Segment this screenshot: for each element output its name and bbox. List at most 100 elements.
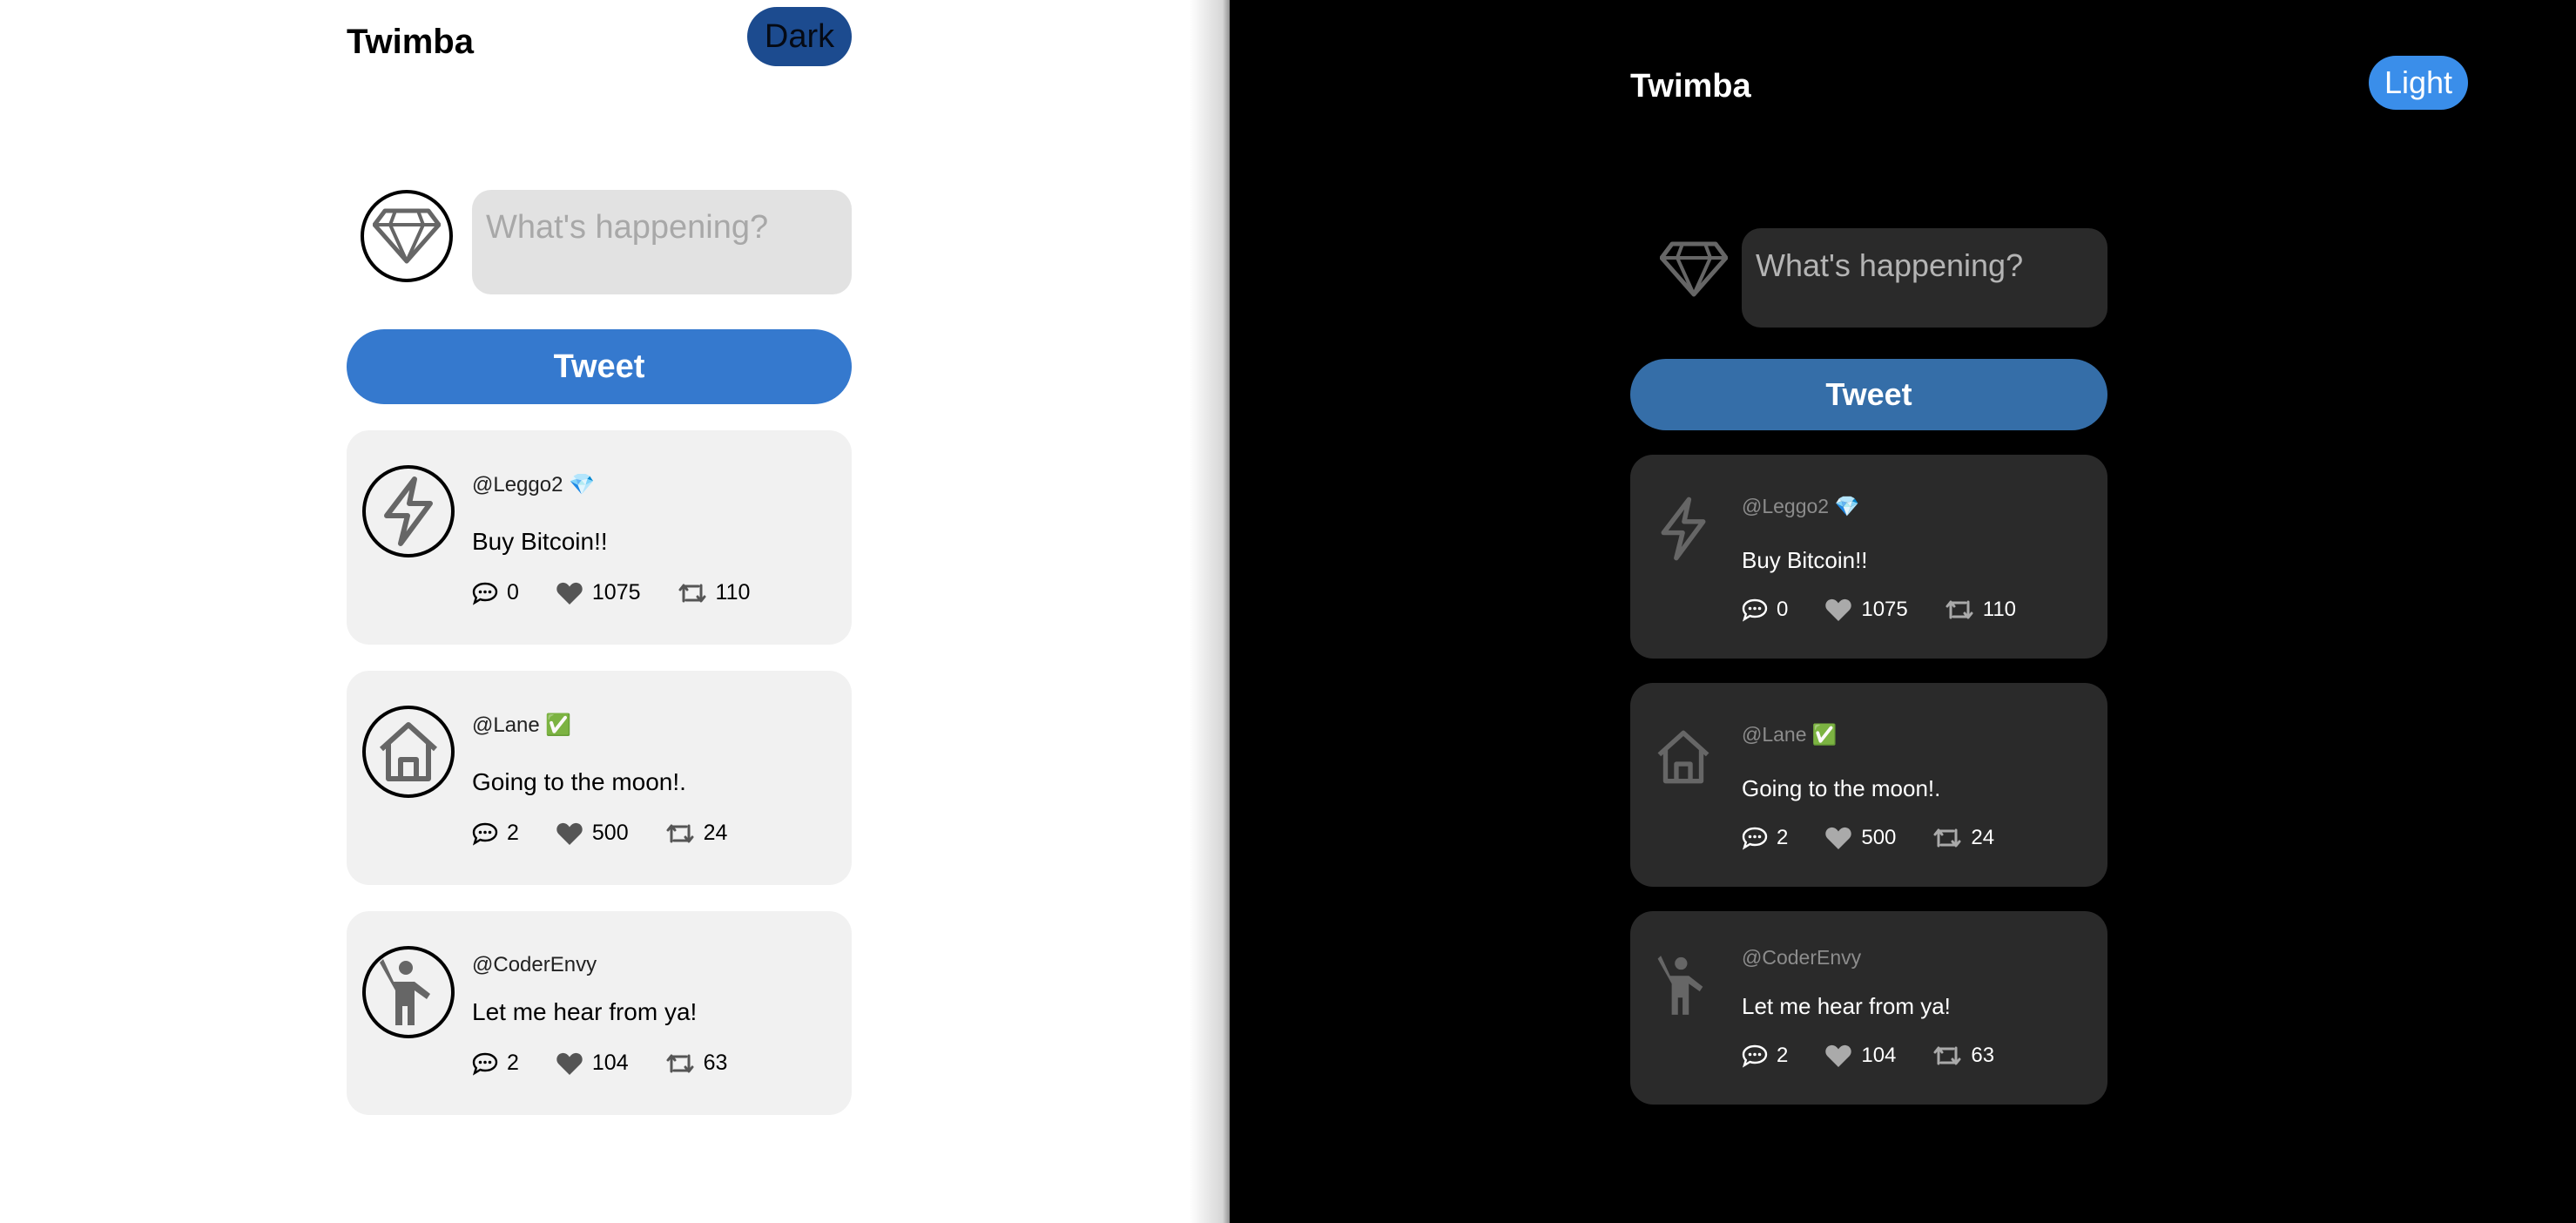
reply-icon <box>1742 598 1768 622</box>
reply-count: 2 <box>507 1051 519 1075</box>
reply-stat[interactable]: 2 <box>1742 826 1788 850</box>
tweet-handle[interactable]: @Lane ✅ <box>1742 723 1838 747</box>
tweet-card: @Leggo2 💎 Buy Bitcoin!! 0 1075 110 <box>347 430 852 645</box>
reply-icon <box>472 582 498 605</box>
tweet-stats: 2 500 24 <box>1742 826 2031 850</box>
like-count: 500 <box>1861 826 1897 849</box>
like-count: 500 <box>591 821 629 845</box>
tweet-handle[interactable]: @Leggo2 💎 <box>1742 495 1859 518</box>
tweet-card: @CoderEnvy Let me hear from ya! 2 104 63 <box>347 911 852 1115</box>
heart-icon <box>1825 1044 1852 1067</box>
heart-icon <box>1825 827 1852 849</box>
house-icon <box>379 722 438 781</box>
tweet-avatar <box>362 706 455 798</box>
reply-icon <box>1742 827 1768 850</box>
retweet-count: 24 <box>703 821 728 845</box>
tweet-avatar <box>1642 716 1724 798</box>
profile-avatar <box>361 190 453 282</box>
heart-icon <box>556 1052 583 1075</box>
like-count: 1075 <box>1861 598 1908 621</box>
lightning-icon <box>1661 497 1706 561</box>
tweet-handle[interactable]: @Lane ✅ <box>472 713 571 738</box>
tweet-text: Buy Bitcoin!! <box>1742 547 1868 573</box>
tweet-button[interactable]: Tweet <box>347 329 852 404</box>
dark-theme-panel: Twimba Light Tweet @Leggo2 💎 Buy Bitcoin… <box>1230 0 2576 1223</box>
tweet-avatar <box>1642 488 1724 570</box>
tweet-stats: 2 500 24 <box>472 821 764 846</box>
compose-input[interactable] <box>472 190 852 294</box>
retweet-stat[interactable]: 24 <box>1932 826 1994 850</box>
tweet-stats: 2 104 63 <box>472 1051 764 1076</box>
dark-mode-toggle[interactable]: Dark <box>747 7 852 66</box>
like-stat[interactable]: 500 <box>556 821 629 846</box>
reply-stat[interactable]: 2 <box>472 821 519 846</box>
like-stat[interactable]: 104 <box>1824 1044 1896 1068</box>
like-stat[interactable]: 1075 <box>556 580 641 605</box>
like-count: 1075 <box>591 580 641 605</box>
reply-stat[interactable]: 2 <box>1742 1044 1788 1068</box>
reply-icon <box>1742 1044 1768 1068</box>
tweet-stats: 0 1075 110 <box>1742 598 2053 622</box>
tweet-text: Let me hear from ya! <box>472 998 698 1025</box>
retweet-count: 63 <box>1971 1044 1995 1067</box>
retweet-icon <box>678 584 706 602</box>
tweet-avatar <box>362 465 455 557</box>
retweet-stat[interactable]: 63 <box>1932 1044 1994 1068</box>
tweet-avatar <box>1642 944 1724 1026</box>
tweet-card: @Leggo2 💎 Buy Bitcoin!! 0 1075 110 <box>1630 455 2107 659</box>
retweet-count: 110 <box>715 580 751 605</box>
tweet-text: Going to the moon!. <box>472 768 686 795</box>
tweet-handle[interactable]: @CoderEnvy <box>1742 946 1861 970</box>
tweet-stats: 0 1075 110 <box>472 580 786 605</box>
retweet-icon <box>1933 1046 1961 1065</box>
retweet-count: 110 <box>1982 598 2017 621</box>
heart-icon <box>1825 598 1852 621</box>
app-title: Twimba <box>1630 68 1751 105</box>
like-stat[interactable]: 1075 <box>1824 598 1908 622</box>
reply-count: 0 <box>507 580 519 605</box>
heart-icon <box>556 822 583 845</box>
like-stat[interactable]: 104 <box>556 1051 629 1076</box>
retweet-count: 24 <box>1971 826 1995 849</box>
retweet-icon <box>666 824 694 842</box>
tweet-handle[interactable]: @Leggo2 💎 <box>472 472 595 497</box>
tweet-text: Buy Bitcoin!! <box>472 528 608 555</box>
reply-count: 2 <box>1777 826 1789 849</box>
retweet-icon <box>1945 600 1973 619</box>
like-count: 104 <box>591 1051 629 1075</box>
reply-icon <box>472 1052 498 1076</box>
light-theme-panel: Twimba Dark Tweet @Leggo2 💎 Buy Bitcoin!… <box>0 0 1230 1223</box>
tweet-text: Let me hear from ya! <box>1742 993 1951 1019</box>
retweet-stat[interactable]: 110 <box>678 580 751 605</box>
tweet-button[interactable]: Tweet <box>1630 359 2107 430</box>
like-count: 104 <box>1861 1044 1897 1067</box>
tweet-text: Going to the moon!. <box>1742 775 1941 801</box>
profile-avatar <box>1656 232 1731 307</box>
like-stat[interactable]: 500 <box>1824 826 1896 850</box>
heart-icon <box>556 582 583 605</box>
reply-count: 2 <box>1777 1044 1789 1067</box>
tweet-stats: 2 104 63 <box>1742 1044 2031 1068</box>
reply-stat[interactable]: 0 <box>1742 598 1788 622</box>
tweet-card: @Lane ✅ Going to the moon!. 2 500 24 <box>1630 683 2107 887</box>
app-title: Twimba <box>347 23 474 61</box>
light-mode-toggle[interactable]: Light <box>2369 56 2468 110</box>
retweet-icon <box>1933 828 1961 848</box>
person-waving-icon <box>1657 956 1703 1015</box>
retweet-icon <box>666 1054 694 1072</box>
retweet-stat[interactable]: 24 <box>665 821 728 846</box>
tweet-card: @Lane ✅ Going to the moon!. 2 500 24 <box>347 671 852 885</box>
reply-stat[interactable]: 2 <box>472 1051 519 1076</box>
lightning-icon <box>384 476 433 546</box>
reply-count: 2 <box>507 821 519 845</box>
reply-count: 0 <box>1777 598 1789 621</box>
tweet-avatar <box>362 946 455 1038</box>
retweet-stat[interactable]: 110 <box>1945 598 2016 622</box>
reply-icon <box>472 822 498 846</box>
house-icon <box>1657 730 1709 784</box>
reply-stat[interactable]: 0 <box>472 580 519 605</box>
retweet-stat[interactable]: 63 <box>665 1051 727 1076</box>
compose-input[interactable] <box>1742 228 2107 328</box>
diamond-icon <box>1660 241 1728 297</box>
tweet-handle[interactable]: @CoderEnvy <box>472 953 597 977</box>
